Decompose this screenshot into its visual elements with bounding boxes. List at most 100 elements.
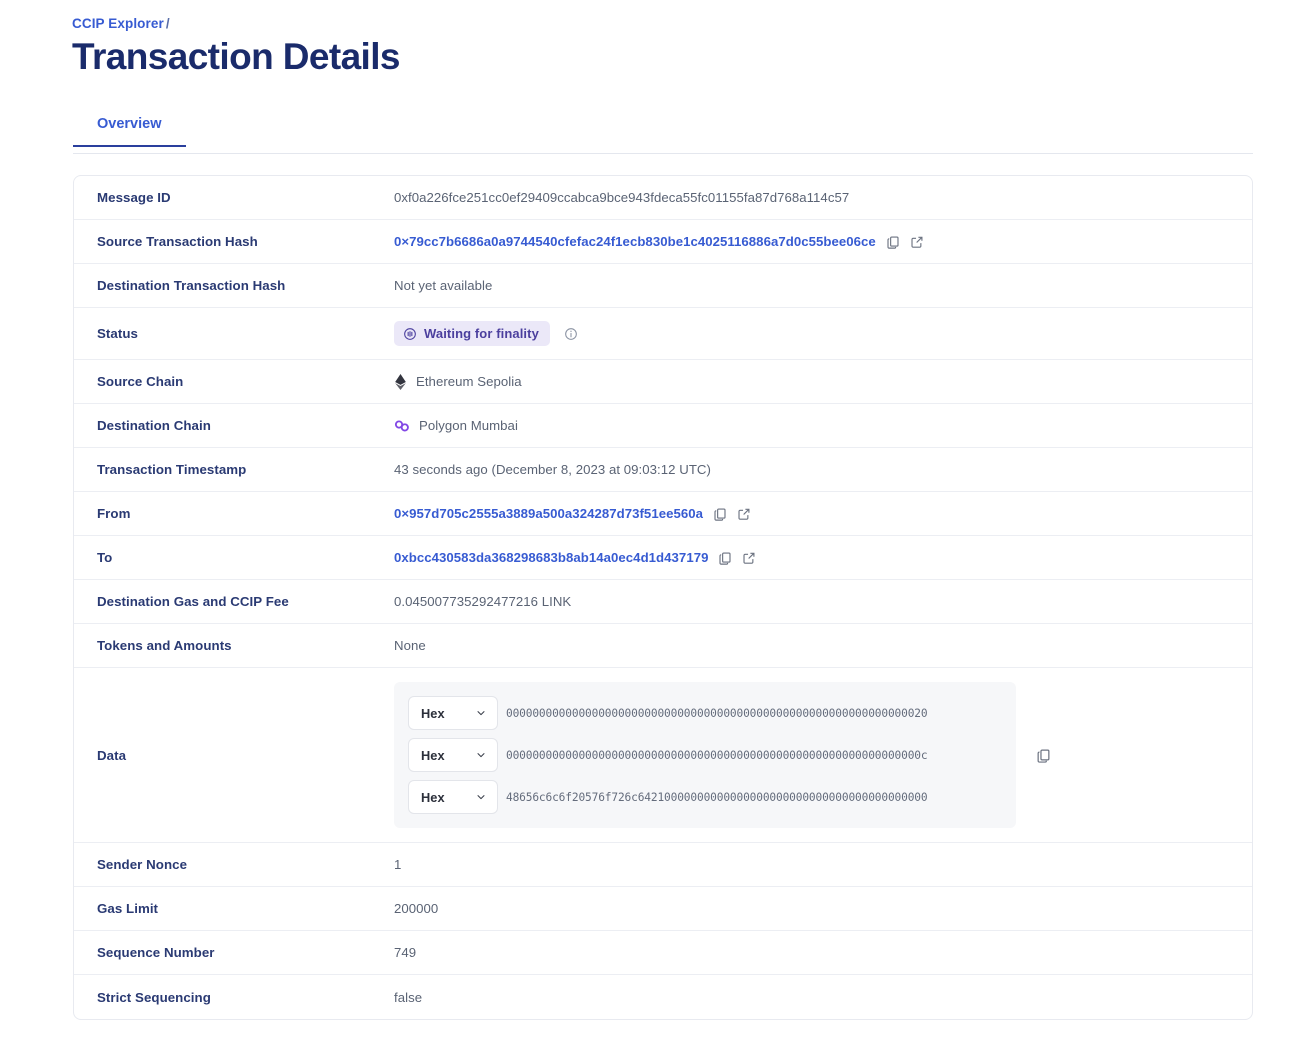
table-row-destination-transaction-hash: Destination Transaction Hash Not yet ava…: [74, 264, 1252, 308]
data-line: Hex 000000000000000000000000000000000000…: [408, 696, 1002, 730]
status-badge-label: Waiting for finality: [424, 326, 539, 341]
source-transaction-hash-link[interactable]: 0×79cc7b6686a0a9744540cfefac24f1ecb830be…: [394, 234, 876, 249]
transaction-timestamp-value: 43 seconds ago (December 8, 2023 at 09:0…: [394, 462, 711, 477]
row-value: 0xbcc430583da368298683b8ab14a0ec4d1d4371…: [394, 537, 1252, 578]
breadcrumb: CCIP Explorer /: [72, 16, 170, 31]
destination-transaction-hash-value: Not yet available: [394, 278, 493, 293]
chevron-down-icon: [475, 707, 487, 719]
row-label: Sender Nonce: [97, 857, 188, 872]
to-address-link[interactable]: 0xbcc430583da368298683b8ab14a0ec4d1d4371…: [394, 550, 708, 565]
row-value: 0.045007735292477216 LINK: [394, 581, 1252, 622]
message-id-value: 0xf0a226fce251cc0ef29409ccabca9bce943fde…: [394, 190, 850, 205]
external-link-icon[interactable]: [910, 235, 924, 249]
table-row-status: Status Waiting for finality: [74, 308, 1252, 360]
table-row-from: From 0×957d705c2555a3889a500a324287d73f5…: [74, 492, 1252, 536]
row-value: 0×79cc7b6686a0a9744540cfefac24f1ecb830be…: [394, 221, 1252, 262]
row-label: Destination Chain: [97, 418, 211, 433]
data-payload: Hex 000000000000000000000000000000000000…: [394, 682, 1232, 828]
row-value: false: [394, 977, 1252, 1018]
row-value: 200000: [394, 888, 1252, 929]
table-row-data: Data Hex 0000000000000000000000000000000…: [74, 668, 1252, 843]
fee-value: 0.045007735292477216 LINK: [394, 594, 572, 609]
gas-limit-value: 200000: [394, 901, 439, 916]
table-row-sequence-number: Sequence Number 749: [74, 931, 1252, 975]
data-hex-value-2: 48656c6c6f20576f726c64210000000000000000…: [506, 790, 928, 804]
data-format-label: Hex: [421, 789, 445, 805]
data-format-select-0[interactable]: Hex: [408, 696, 498, 730]
destination-chain: Polygon Mumbai: [394, 418, 518, 433]
row-label: Tokens and Amounts: [97, 638, 232, 653]
row-value: Waiting for finality: [394, 308, 1252, 359]
row-label: Message ID: [97, 190, 171, 205]
status-badge: Waiting for finality: [394, 321, 550, 346]
table-row-to: To 0xbcc430583da368298683b8ab14a0ec4d1d4…: [74, 536, 1252, 580]
table-row-message-id: Message ID 0xf0a226fce251cc0ef29409ccabc…: [74, 176, 1252, 220]
sender-nonce-value: 1: [394, 857, 402, 872]
row-value: Not yet available: [394, 265, 1252, 306]
copy-icon[interactable]: [1036, 748, 1051, 763]
copy-icon[interactable]: [886, 235, 900, 249]
row-label: Sequence Number: [97, 945, 215, 960]
destination-chain-label: Polygon Mumbai: [419, 418, 518, 433]
row-label: Transaction Timestamp: [97, 462, 247, 477]
data-line: Hex 000000000000000000000000000000000000…: [408, 738, 1002, 772]
row-value: 749: [394, 932, 1252, 973]
data-format-select-2[interactable]: Hex: [408, 780, 498, 814]
data-hex-value-1: 0000000000000000000000000000000000000000…: [506, 748, 928, 762]
row-value: Polygon Mumbai: [394, 405, 1252, 446]
info-icon[interactable]: [564, 327, 578, 341]
data-line: Hex 48656c6c6f20576f726c6421000000000000…: [408, 780, 1002, 814]
table-row-source-chain: Source Chain Ethereum Sepolia: [74, 360, 1252, 404]
transaction-details-table: Message ID 0xf0a226fce251cc0ef29409ccabc…: [73, 175, 1253, 1020]
table-row-destination-chain: Destination Chain Polygon Mumbai: [74, 404, 1252, 448]
table-row-tokens-and-amounts: Tokens and Amounts None: [74, 624, 1252, 668]
sequence-number-value: 749: [394, 945, 417, 960]
table-row-transaction-timestamp: Transaction Timestamp 43 seconds ago (De…: [74, 448, 1252, 492]
breadcrumb-separator: /: [165, 16, 170, 31]
external-link-icon[interactable]: [737, 507, 751, 521]
chevron-down-icon: [475, 791, 487, 803]
table-row-source-transaction-hash: Source Transaction Hash 0×79cc7b6686a0a9…: [74, 220, 1252, 264]
tab-bar: Overview: [73, 110, 1253, 154]
row-value: 0xf0a226fce251cc0ef29409ccabca9bce943fde…: [394, 177, 1252, 218]
data-format-label: Hex: [421, 705, 445, 721]
table-row-sender-nonce: Sender Nonce 1: [74, 843, 1252, 887]
row-value: 0×957d705c2555a3889a500a324287d73f51ee56…: [394, 493, 1252, 534]
strict-sequencing-value: false: [394, 989, 423, 1005]
row-label: From: [97, 506, 131, 521]
source-chain-label: Ethereum Sepolia: [416, 374, 522, 389]
copy-icon[interactable]: [718, 551, 732, 565]
tokens-and-amounts-value: None: [394, 638, 426, 653]
row-label: Strict Sequencing: [97, 989, 211, 1005]
row-label: Data: [97, 747, 127, 763]
data-format-select-1[interactable]: Hex: [408, 738, 498, 772]
transaction-details-page: CCIP Explorer / Transaction Details Overv…: [0, 0, 1316, 1059]
row-value: Ethereum Sepolia: [394, 361, 1252, 403]
table-row-destination-gas-and-ccip-fee: Destination Gas and CCIP Fee 0.045007735…: [74, 580, 1252, 624]
row-label: Status: [97, 326, 138, 341]
row-label: Gas Limit: [97, 901, 159, 916]
data-hex-value-0: 0000000000000000000000000000000000000000…: [506, 706, 928, 720]
row-label: Destination Transaction Hash: [97, 278, 286, 293]
table-row-strict-sequencing: Strict Sequencing false: [74, 975, 1252, 1019]
copy-icon[interactable]: [713, 507, 727, 521]
row-value: 1: [394, 844, 1252, 885]
polygon-icon: [394, 419, 410, 433]
external-link-icon[interactable]: [742, 551, 756, 565]
row-label: Source Transaction Hash: [97, 234, 258, 249]
page-title: Transaction Details: [72, 36, 400, 77]
ethereum-icon: [394, 373, 407, 390]
row-label: Source Chain: [97, 374, 184, 389]
waiting-clock-icon: [403, 327, 417, 341]
from-address-link[interactable]: 0×957d705c2555a3889a500a324287d73f51ee56…: [394, 506, 703, 521]
data-lines-container: Hex 000000000000000000000000000000000000…: [394, 682, 1016, 828]
data-format-label: Hex: [421, 747, 445, 763]
row-value: None: [394, 625, 1252, 666]
table-row-gas-limit: Gas Limit 200000: [74, 887, 1252, 931]
tab-overview[interactable]: Overview: [73, 110, 186, 147]
breadcrumb-link-ccip-explorer[interactable]: CCIP Explorer: [72, 16, 164, 31]
tab-overview-label: Overview: [97, 116, 162, 132]
row-label: Destination Gas and CCIP Fee: [97, 594, 289, 609]
row-value: Hex 000000000000000000000000000000000000…: [394, 668, 1252, 842]
row-value: 43 seconds ago (December 8, 2023 at 09:0…: [394, 449, 1252, 490]
